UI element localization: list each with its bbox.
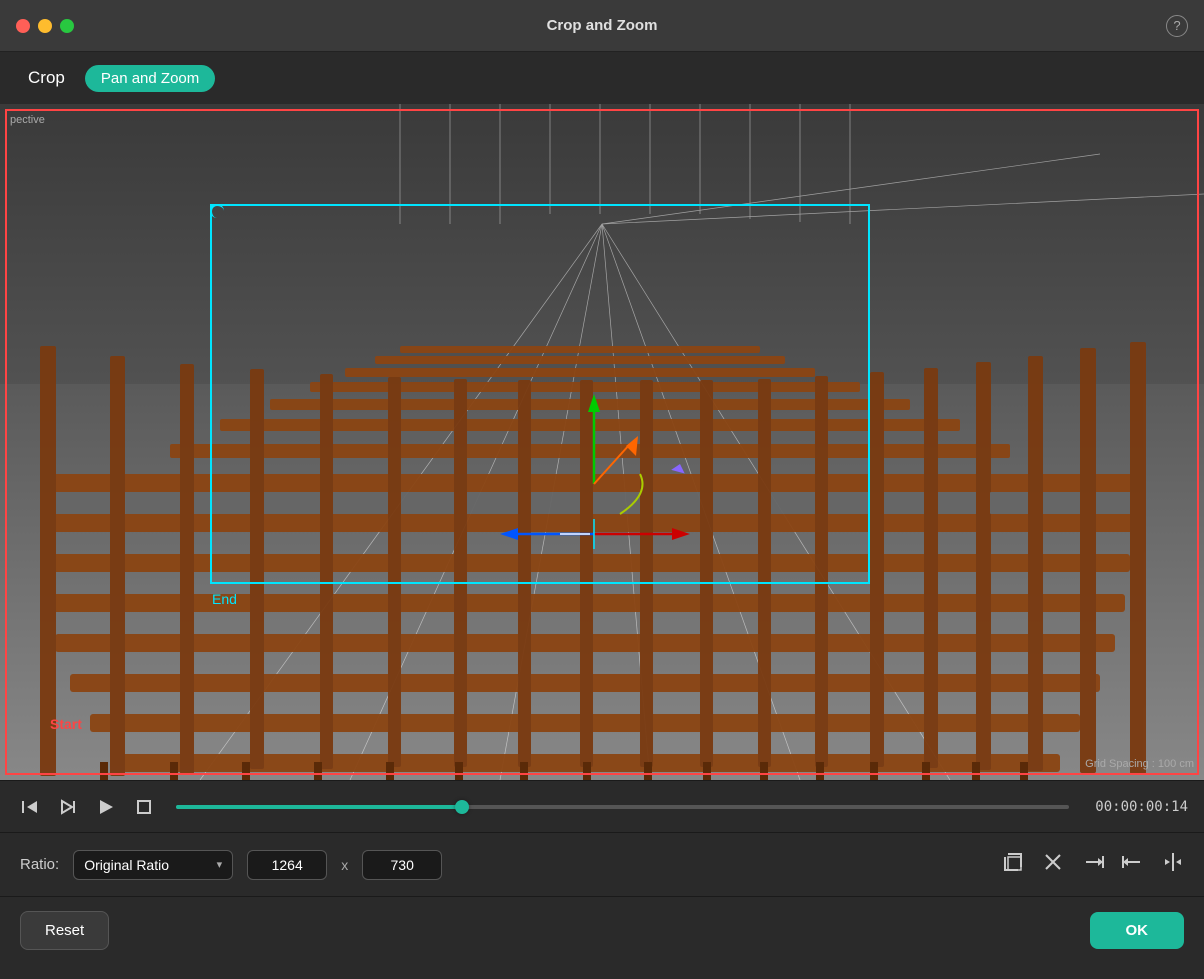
chevron-down-icon: ▾ [217,858,223,871]
scene-svg [0,104,1204,780]
flip-icon-button[interactable] [1162,851,1184,878]
minimize-button[interactable] [38,19,52,33]
close-button[interactable] [16,19,30,33]
ratio-label: Ratio: [20,856,59,873]
toolbar: Crop Pan and Zoom [0,52,1204,104]
grid-spacing-label: Grid Spacing : 100 cm [1085,758,1194,770]
perspective-label: pective [10,114,45,126]
titlebar: Crop and Zoom ? [0,0,1204,52]
clear-icon-button[interactable] [1042,851,1064,878]
traffic-lights [16,19,74,33]
tab-crop[interactable]: Crop [20,64,73,92]
reset-button[interactable]: Reset [20,911,109,950]
viewport: pective End Start Grid Spacing : 100 cm [0,104,1204,780]
help-button[interactable]: ? [1166,15,1188,37]
transport-bar: 00:00:00:14 [0,780,1204,832]
dimension-separator: x [341,857,348,873]
fullscreen-button[interactable] [60,19,74,33]
timecode-display: 00:00:00:14 [1095,799,1188,815]
ratio-dropdown[interactable]: Original Ratio ▾ [73,850,233,880]
timeline-progress [176,805,462,809]
align-right-icon-button[interactable] [1082,851,1104,878]
play-button[interactable] [92,793,120,821]
ratio-bar: Ratio: Original Ratio ▾ 1264 x 730 [0,832,1204,896]
ratio-selected-value: Original Ratio [84,857,208,873]
start-label: Start [50,716,82,732]
stop-button[interactable] [130,793,158,821]
ok-button[interactable]: OK [1090,912,1185,949]
crop-icon-button[interactable] [1002,851,1024,878]
timeline-thumb[interactable] [455,800,469,814]
width-input[interactable]: 1264 [247,850,327,880]
height-input[interactable]: 730 [362,850,442,880]
align-left-icon-button[interactable] [1122,851,1144,878]
step-back-button[interactable] [16,793,44,821]
bottom-bar: Reset OK [0,896,1204,964]
timeline-track[interactable] [176,805,1069,809]
tab-pan-and-zoom[interactable]: Pan and Zoom [85,65,215,92]
window-title: Crop and Zoom [547,17,658,34]
ratio-action-icons [1002,851,1184,878]
frame-step-forward-button[interactable] [54,793,82,821]
